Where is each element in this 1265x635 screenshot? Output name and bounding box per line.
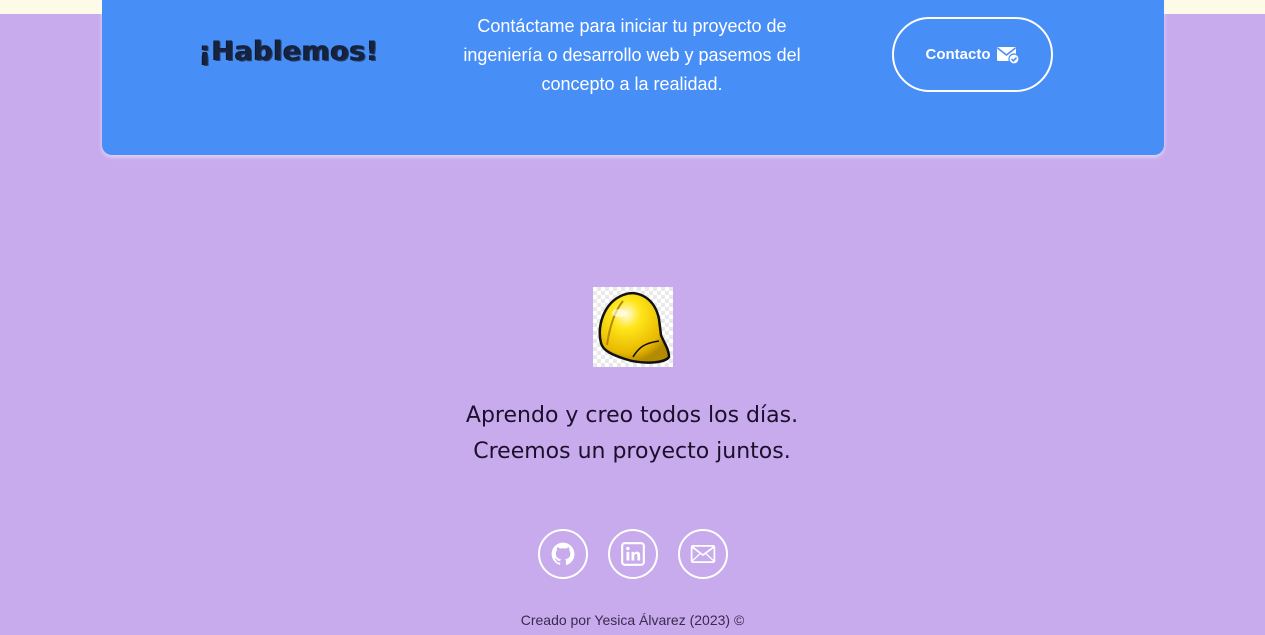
tagline-line-2: Creemos un proyecto juntos. [473, 439, 791, 464]
cta-title: ¡Hablemos! [199, 36, 380, 67]
cta-card: ¡Hablemos! Contáctame para iniciar tu pr… [102, 0, 1164, 155]
email-link[interactable] [678, 529, 728, 579]
hard-hat-icon [598, 292, 671, 364]
footer-credit: Creado por Yesica Álvarez (2023) © [520, 612, 745, 628]
contact-button[interactable]: Contacto [892, 17, 1053, 92]
tagline-line-1: Aprendo y creo todos los días. [465, 403, 799, 428]
github-icon [551, 542, 575, 565]
email-icon [690, 545, 716, 563]
mail-check-icon [996, 46, 1020, 65]
social-links [538, 529, 728, 579]
cta-description: Contáctame para iniciar tu proyecto de i… [463, 16, 801, 94]
github-link[interactable] [538, 529, 588, 579]
hard-hat-image [593, 287, 673, 367]
tagline: Aprendo y creo todos los días. Creemos u… [382, 398, 882, 470]
linkedin-icon [621, 542, 645, 566]
linkedin-link[interactable] [608, 529, 658, 579]
contact-button-label: Contacto [925, 46, 991, 63]
